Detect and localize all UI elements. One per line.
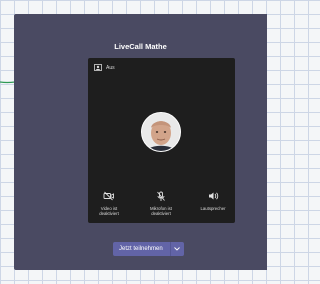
video-toggle-label-line2: deaktiviert: [99, 211, 119, 216]
video-preview: Aus Video ist deaktiviert Mikrofon ist d…: [88, 58, 235, 223]
mic-toggle[interactable]: Mikrofon ist deaktiviert: [141, 190, 181, 216]
video-off-icon: [103, 191, 114, 201]
chevron-down-icon: [174, 247, 181, 251]
join-options-dropdown[interactable]: [171, 242, 184, 256]
background-effects-label: Aus: [106, 64, 115, 71]
background-effects-icon: [94, 64, 102, 71]
avatar: [141, 112, 181, 152]
join-button-group: Jetzt teilnehmen: [113, 242, 184, 256]
mic-toggle-label-line2: deaktiviert: [151, 211, 171, 216]
join-now-button[interactable]: Jetzt teilnehmen: [113, 242, 171, 256]
mic-off-icon: [157, 191, 165, 201]
meeting-title: LiveCall Mathe: [114, 42, 167, 51]
background-effects-toggle[interactable]: Aus: [94, 64, 115, 71]
speaker-icon: [208, 192, 218, 200]
speaker-toggle[interactable]: Lautsprecher: [193, 190, 233, 211]
speaker-toggle-label: Lautsprecher: [200, 206, 226, 211]
video-toggle[interactable]: Video ist deaktiviert: [89, 190, 129, 216]
join-meeting-panel: LiveCall Mathe Aus Video ist deaktiviert…: [14, 14, 267, 270]
